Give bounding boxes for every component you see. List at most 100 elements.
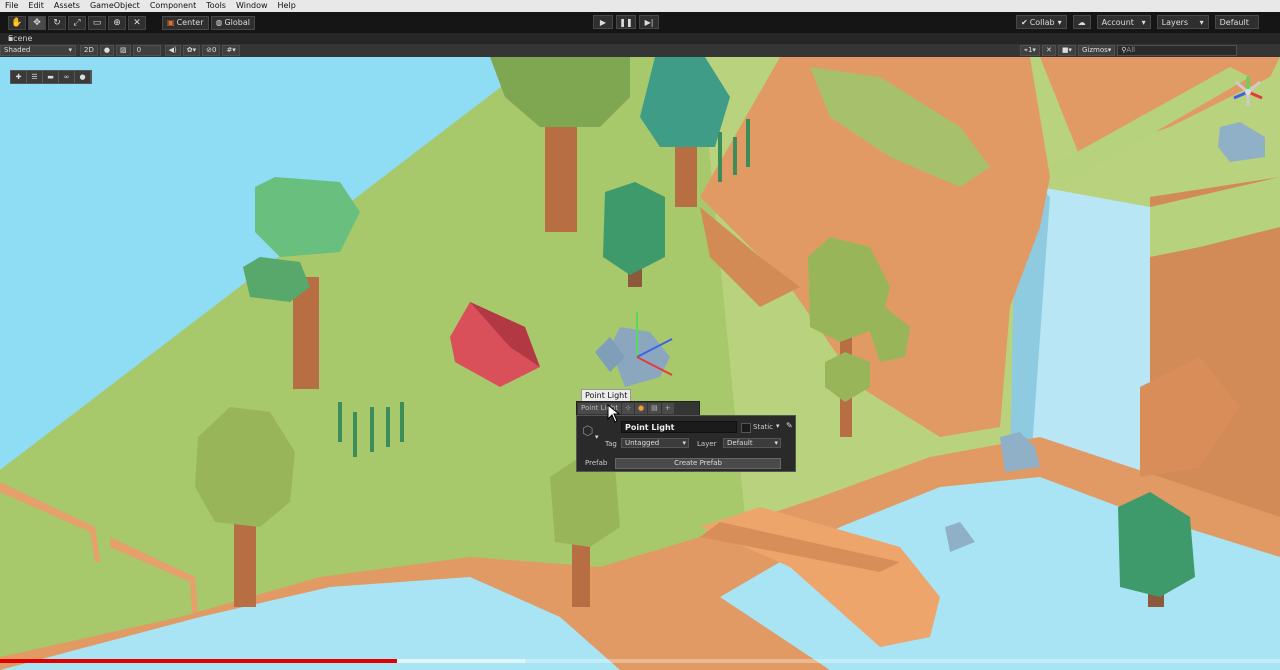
hidden-count: 0: [211, 46, 217, 54]
chevron-down-icon: ▾: [1141, 17, 1146, 27]
static-checkbox[interactable]: [741, 423, 751, 433]
hidden-toggle[interactable]: ⊘ 0: [202, 45, 221, 56]
static-label: Static: [753, 423, 774, 431]
gameobject-name-field[interactable]: Point Light: [621, 421, 737, 433]
layers-dropdown[interactable]: Layers ▾: [1156, 15, 1209, 29]
lightbulb-icon: ●: [103, 46, 110, 54]
chevron-down-icon[interactable]: ▾: [776, 422, 780, 430]
cloud-icon: ☁: [1077, 17, 1086, 27]
gizmos-label: Gizmos: [1081, 46, 1108, 54]
step-button[interactable]: ▶|: [639, 15, 659, 29]
menu-bar: File Edit Assets GameObject Component To…: [0, 0, 1280, 12]
gizmos-dropdown[interactable]: Gizmos ▾: [1077, 45, 1116, 56]
account-dropdown[interactable]: Account ▾: [1096, 15, 1151, 29]
scene-render: [0, 57, 1280, 670]
tools-toggle[interactable]: ✕: [1041, 45, 1056, 56]
chevron-down-icon: ▾: [1032, 46, 1036, 54]
space-label: Global: [224, 18, 251, 27]
fx-toggle[interactable]: ▨: [115, 45, 131, 56]
scene-tab[interactable]: ▪ Scene: [0, 33, 1280, 44]
layer-dropdown[interactable]: Default ▾: [723, 438, 781, 448]
light-tab-icon[interactable]: ●: [634, 403, 648, 414]
layer-value: Default: [727, 439, 753, 447]
shading-mode-dropdown[interactable]: Shaded ▾: [0, 45, 76, 56]
effects-dropdown[interactable]: ✿▾: [182, 45, 201, 56]
menu-file[interactable]: File: [0, 0, 23, 12]
transform-icon: ⊕: [113, 17, 121, 28]
scale-icon: ⤢: [73, 17, 81, 28]
menu-tools[interactable]: Tools: [201, 0, 231, 12]
custom-tool-icon: ✕: [133, 17, 141, 28]
global-icon: ◍: [215, 18, 223, 27]
check-icon: ✔: [1021, 17, 1028, 27]
camera-render-icon: ■▾: [1061, 46, 1072, 54]
pause-button[interactable]: ❚❚: [616, 15, 636, 29]
chevron-down-icon: ▾: [774, 439, 778, 447]
video-progress-bar[interactable]: [0, 659, 1280, 663]
rotate-icon: ↻: [53, 17, 61, 28]
popup-tabs: Point Light ⊹ ● ▤ +: [576, 401, 700, 416]
layout-label: Default: [1219, 17, 1249, 27]
create-prefab-button[interactable]: Create Prefab: [615, 458, 781, 469]
chevron-down-icon: ▾: [682, 439, 686, 447]
pin-icon[interactable]: ✚: [11, 71, 27, 83]
menu-window[interactable]: Window: [231, 0, 273, 12]
pivot-label: Center: [176, 18, 204, 27]
document-tab-icon[interactable]: ▤: [648, 403, 661, 414]
hand-tool-button[interactable]: ✋: [8, 15, 26, 30]
list-icon[interactable]: ☰: [27, 71, 43, 83]
collab-label: Collab: [1029, 17, 1055, 27]
chevron-down-icon: ▾: [1107, 46, 1112, 54]
step-icon: ▶|: [644, 17, 654, 27]
chevron-down-icon: ▾: [68, 46, 72, 54]
scene-visibility-toolbar: ✚ ☰ ▬ ∞ ●: [10, 70, 92, 84]
menu-help[interactable]: Help: [273, 0, 301, 12]
transform-tool-button[interactable]: ⊕: [108, 15, 126, 30]
pin-icon[interactable]: ✎: [786, 421, 793, 430]
2d-toggle[interactable]: 2D: [80, 45, 98, 56]
audio-toggle[interactable]: ◀): [164, 45, 181, 56]
grid-toggle[interactable]: #▾: [222, 45, 240, 56]
2d-label: 2D: [84, 46, 94, 54]
rect-tool-button[interactable]: ▭: [88, 15, 106, 30]
effects-count: 0: [136, 46, 142, 54]
folder-icon[interactable]: ▬: [43, 71, 59, 83]
space-toggle[interactable]: ◍ Global: [210, 15, 256, 30]
speaker-icon: ◀): [168, 46, 177, 54]
move-tool-button[interactable]: ✥: [28, 15, 46, 30]
add-tab-icon[interactable]: +: [661, 403, 674, 414]
menu-gameobject[interactable]: GameObject: [85, 0, 145, 12]
grid-icon: #▾: [226, 46, 236, 54]
custom-tool-button[interactable]: ✕: [128, 15, 146, 30]
layers-label: Layers: [1161, 17, 1189, 27]
menu-component[interactable]: Component: [145, 0, 201, 12]
effects-count-field[interactable]: 0: [132, 45, 161, 56]
render-dropdown[interactable]: ■▾: [1057, 45, 1076, 56]
layout-dropdown[interactable]: Default: [1214, 15, 1259, 29]
lightbulb-icon[interactable]: ●: [75, 71, 91, 83]
rotate-tool-button[interactable]: ↻: [48, 15, 66, 30]
chevron-down-icon: ▾: [1199, 17, 1204, 27]
orientation-gizmo[interactable]: [1228, 72, 1268, 112]
scene-viewport[interactable]: [0, 57, 1280, 670]
hand-icon: ✋: [11, 17, 23, 28]
lighting-toggle[interactable]: ●: [99, 45, 114, 56]
play-button[interactable]: ▶: [593, 15, 613, 29]
video-progress-fill: [0, 659, 397, 663]
camera-speed-dropdown[interactable]: ⌖ 1 ▾: [1020, 45, 1040, 56]
scale-tool-button[interactable]: ⤢: [68, 15, 86, 30]
cloud-button[interactable]: ☁: [1072, 15, 1091, 29]
tag-dropdown[interactable]: Untagged ▾: [621, 438, 689, 448]
menu-assets[interactable]: Assets: [49, 0, 85, 12]
scene-search-input[interactable]: ⚲ All: [1117, 45, 1238, 56]
search-placeholder: All: [1126, 46, 1136, 54]
transform-tab-icon[interactable]: ⊹: [622, 403, 634, 414]
link-icon[interactable]: ∞: [59, 71, 75, 83]
pivot-toggle[interactable]: ▣ Center: [162, 15, 209, 30]
chevron-down-icon[interactable]: ▾: [595, 433, 599, 441]
image-icon: ▨: [119, 46, 127, 54]
prefab-label: Prefab: [585, 459, 608, 467]
collab-button[interactable]: ✔ Collab ▾: [1016, 15, 1067, 29]
scene-tab-label: Scene: [8, 34, 33, 43]
menu-edit[interactable]: Edit: [23, 0, 49, 12]
